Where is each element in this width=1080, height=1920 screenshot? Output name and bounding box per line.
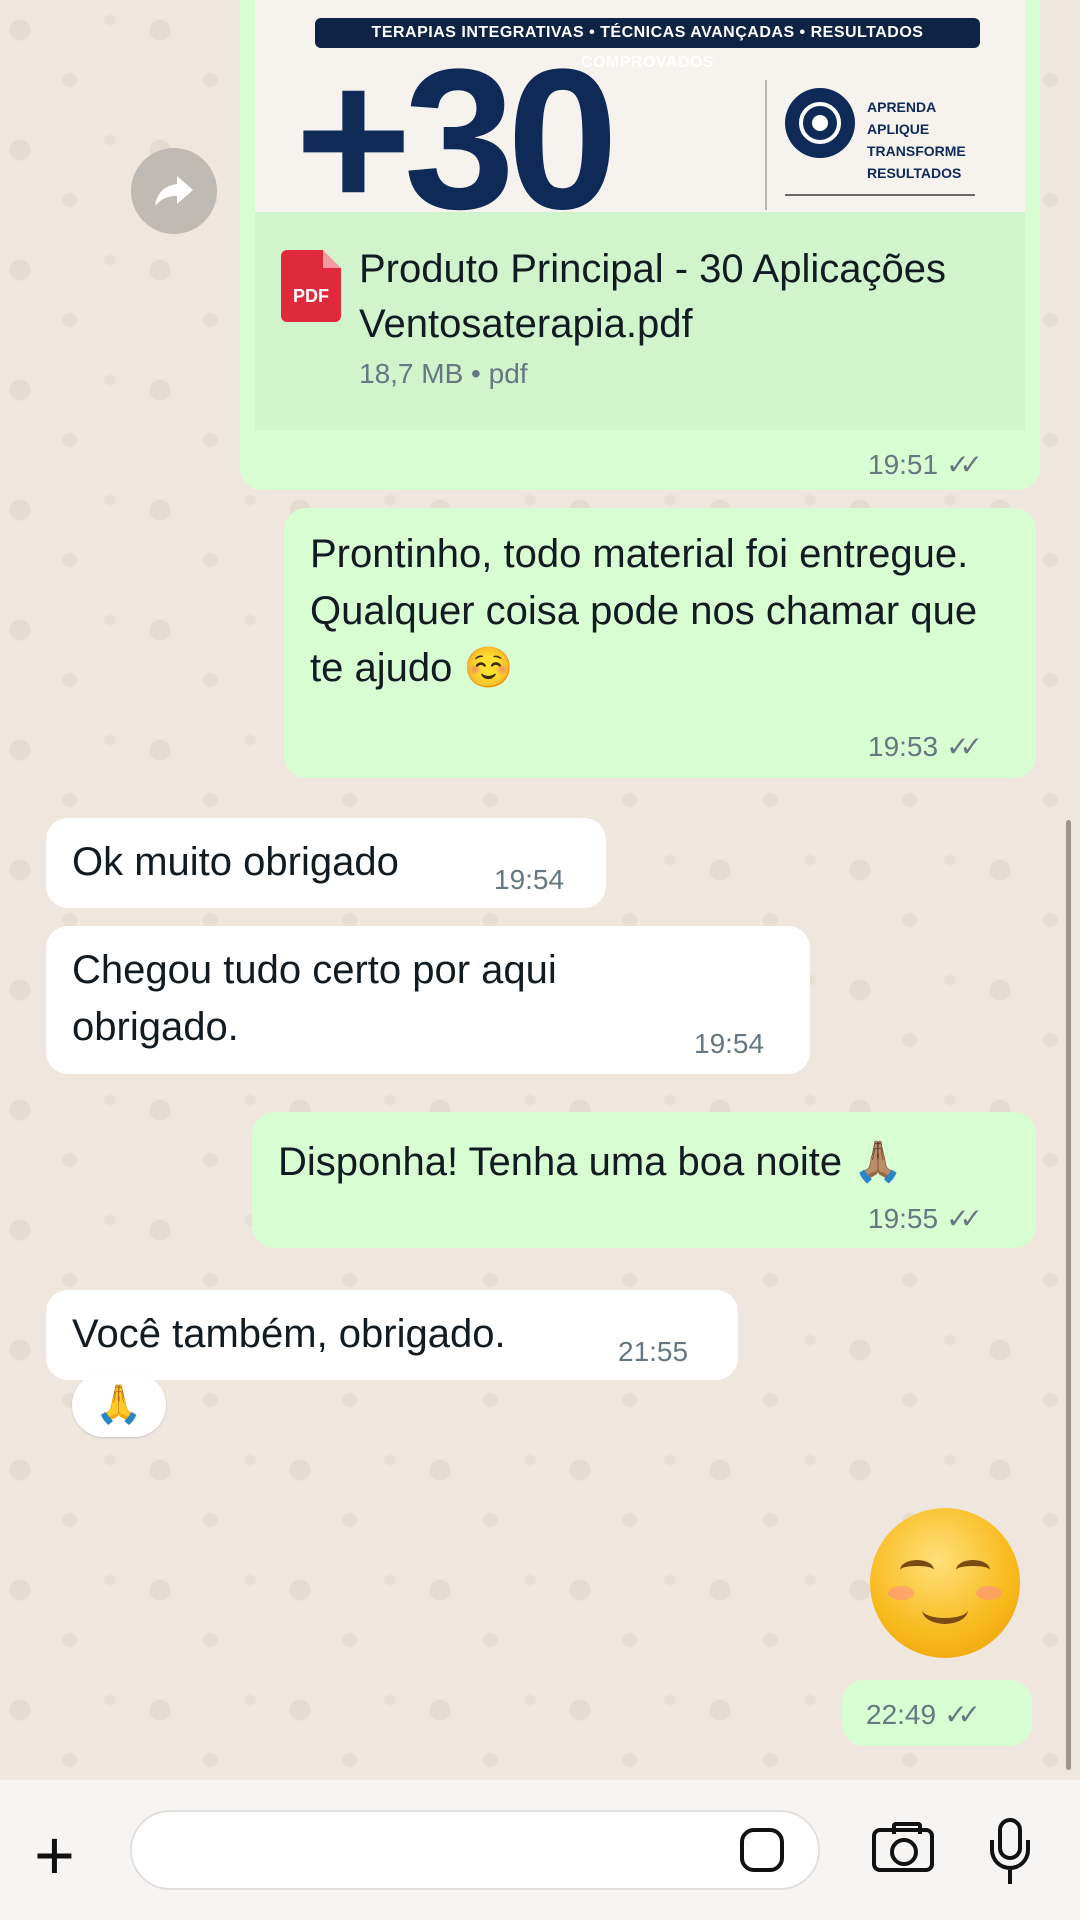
sticker-mouth (922, 1596, 968, 1624)
message-text: Ok muito obrigado (72, 840, 399, 884)
message-bubble-out[interactable]: Prontinho, todo material foi entregue. Q… (284, 508, 1036, 778)
message-bubble-in[interactable]: Você também, obrigado. 21:55 (46, 1290, 738, 1380)
sticker-eye (900, 1560, 934, 1580)
document-file-name: Produto Principal - 30 Aplicações Ventos… (359, 247, 946, 346)
document-meta: 18,7 MB • pdf (359, 358, 528, 389)
message-text: Chegou tudo certo por aqui obrigado. (72, 948, 557, 1049)
message-bubble-in[interactable]: Ok muito obrigado 19:54 (46, 818, 606, 908)
sticker-time-badge: 22:49 ✓✓ (842, 1680, 1032, 1746)
message-time: 19:55 ✓✓ (868, 1203, 983, 1234)
read-ticks-icon: ✓✓ (946, 731, 983, 762)
sticker-eye (956, 1560, 990, 1580)
message-bubble-out[interactable]: Disponha! Tenha uma boa noite 🙏🏽 19:55 ✓✓ (252, 1112, 1036, 1248)
sticker-cheek (976, 1586, 1002, 1600)
message-text: Prontinho, todo material foi entregue. Q… (310, 532, 978, 690)
document-card[interactable]: PDF Produto Principal - 30 Aplicações Ve… (255, 212, 1025, 430)
message-input[interactable] (130, 1810, 820, 1890)
forward-button[interactable] (131, 148, 217, 234)
pdf-icon: PDF (281, 250, 341, 322)
message-time: 21:55 (618, 1336, 689, 1367)
plus-icon[interactable]: + (34, 1820, 75, 1890)
read-ticks-icon: ✓✓ (946, 1203, 983, 1234)
reaction-badge[interactable]: 🙏 (72, 1373, 166, 1437)
message-bubble-in[interactable]: Chegou tudo certo por aqui obrigado. 19:… (46, 926, 810, 1074)
preview-tagline: APRENDA APLIQUE TRANSFORME RESULTADOS (867, 99, 966, 181)
smiling-face-sticker[interactable] (870, 1508, 1020, 1658)
document-preview[interactable]: TERAPIAS INTEGRATIVAS • TÉCNICAS AVANÇAD… (255, 0, 1025, 212)
message-time: 19:54 (494, 864, 565, 895)
preview-headline: +30 (295, 28, 618, 213)
camera-icon[interactable] (872, 1822, 934, 1872)
message-text: Você também, obrigado. (72, 1312, 506, 1356)
chat-area: TERAPIAS INTEGRATIVAS • TÉCNICAS AVANÇAD… (0, 0, 1080, 1780)
message-text: Disponha! Tenha uma boa noite 🙏🏽 (278, 1140, 904, 1184)
preview-rule (785, 194, 975, 196)
message-time: 19:51 ✓✓ (868, 449, 983, 480)
message-time: 22:49 ✓✓ (866, 1699, 981, 1730)
message-time: 19:53 ✓✓ (868, 731, 983, 762)
target-icon (785, 88, 855, 158)
forward-icon (155, 176, 193, 206)
preview-divider (765, 80, 767, 210)
read-ticks-icon: ✓✓ (946, 449, 983, 480)
message-time: 19:54 (694, 1028, 765, 1059)
read-ticks-icon: ✓✓ (944, 1699, 981, 1730)
sticker-icon[interactable] (740, 1828, 784, 1872)
scrollbar[interactable] (1066, 820, 1071, 1770)
sticker-cheek (888, 1586, 914, 1600)
mic-icon[interactable] (990, 1818, 1030, 1888)
